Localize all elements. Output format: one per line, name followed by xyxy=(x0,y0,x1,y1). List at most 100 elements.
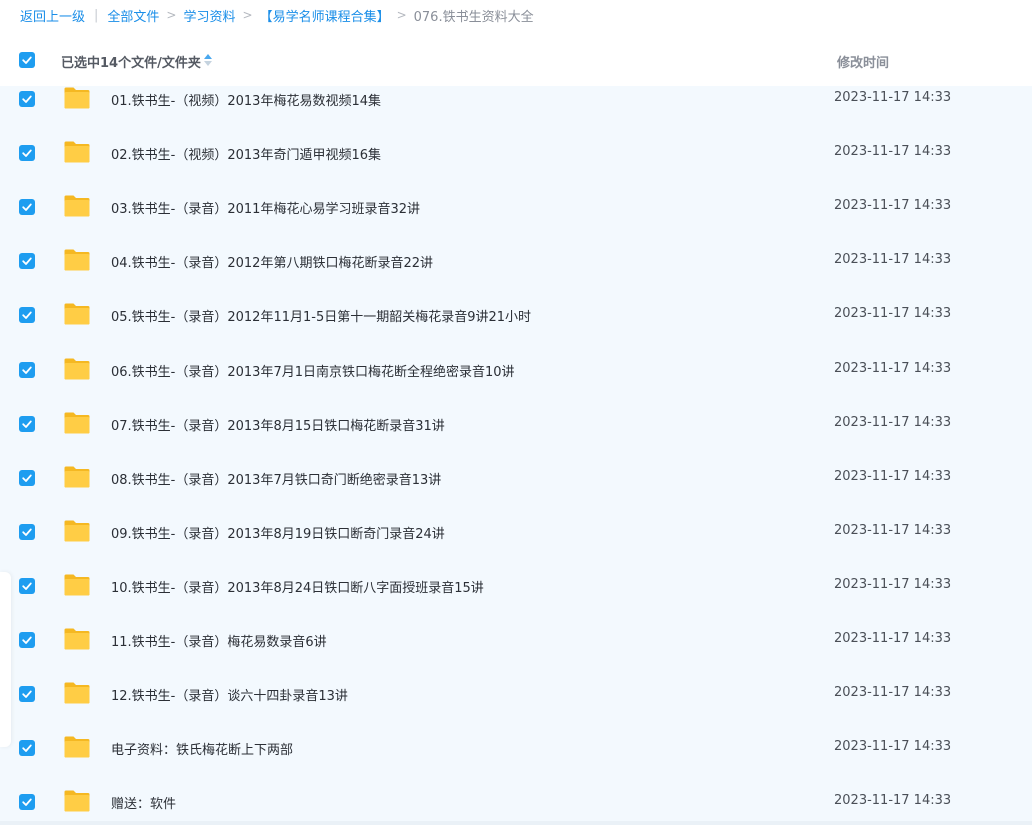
file-name-link[interactable]: 10.铁书生-（录音）2013年8月24日铁口断八字面授班录音15讲 xyxy=(111,577,484,596)
folder-icon xyxy=(64,682,90,704)
file-name-link[interactable]: 06.铁书生-（录音）2013年7月1日南京铁口梅花断全程绝密录音10讲 xyxy=(111,361,515,380)
row-checkbox[interactable] xyxy=(19,253,35,270)
row-checkbox[interactable] xyxy=(19,686,35,703)
list-bottom-border xyxy=(0,821,1032,825)
modified-time: 2023-11-17 14:33 xyxy=(834,631,952,646)
check-icon xyxy=(22,582,32,590)
breadcrumb-separator: | xyxy=(94,7,99,23)
row-checkbox[interactable] xyxy=(19,740,35,757)
selection-count-label: 已选中14个文件/文件夹 xyxy=(61,56,201,71)
file-name-link[interactable]: 11.铁书生-（录音）梅花易数录音6讲 xyxy=(111,631,327,650)
back-link[interactable]: 返回上一级 xyxy=(20,6,85,25)
check-icon xyxy=(22,474,32,482)
check-icon xyxy=(22,690,32,698)
row-checkbox[interactable] xyxy=(19,794,35,811)
check-icon xyxy=(22,95,32,103)
file-row[interactable]: 05.铁书生-（录音）2012年11月1-5日第十一期韶关梅花录音9讲21小时 2… xyxy=(0,302,1032,356)
folder-icon xyxy=(64,358,90,379)
file-name-link[interactable]: 01.铁书生-（视频）2013年梅花易数视频14集 xyxy=(111,90,381,109)
row-checkbox[interactable] xyxy=(19,361,35,378)
row-checkbox[interactable] xyxy=(19,415,35,432)
modified-time-column-header[interactable]: 修改时间 xyxy=(837,52,889,71)
file-row[interactable]: 电子资料：铁氏梅花断上下两部 2023-11-17 14:33 xyxy=(0,735,1032,789)
check-icon xyxy=(22,636,32,644)
file-name-link[interactable]: 02.铁书生-（视频）2013年奇门遁甲视频16集 xyxy=(111,144,381,163)
folder-icon xyxy=(64,249,90,271)
file-row[interactable]: 09.铁书生-（录音）2013年8月19日铁口断奇门录音24讲 2023-11-1… xyxy=(0,519,1032,573)
check-icon xyxy=(22,149,32,157)
check-icon xyxy=(22,56,32,64)
file-row[interactable]: 01.铁书生-（视频）2013年梅花易数视频14集 2023-11-17 14:3… xyxy=(0,86,1032,140)
row-checkbox[interactable] xyxy=(19,523,35,540)
check-icon xyxy=(22,257,32,266)
modified-time: 2023-11-17 14:33 xyxy=(834,360,952,376)
file-row[interactable]: 10.铁书生-（录音）2013年8月24日铁口断八字面授班录音15讲 2023-1… xyxy=(0,573,1032,627)
file-name-link[interactable]: 08.铁书生-（录音）2013年7月铁口奇门断绝密录音13讲 xyxy=(111,469,441,488)
breadcrumb-study-materials[interactable]: 学习资料 xyxy=(183,6,235,25)
folder-icon xyxy=(64,466,90,488)
row-checkbox[interactable] xyxy=(19,307,35,324)
file-row[interactable]: 11.铁书生-（录音）梅花易数录音6讲 2023-11-17 14:33 xyxy=(0,627,1032,681)
side-panel-handle[interactable] xyxy=(0,572,11,747)
folder-icon xyxy=(64,574,90,596)
file-row[interactable]: 赠送：软件 2023-11-17 14:33 xyxy=(0,789,1032,825)
file-name-link[interactable]: 07.铁书生-（录音）2013年8月15日铁口梅花断录音31讲 xyxy=(111,415,445,434)
check-icon xyxy=(22,311,32,320)
file-list: 01.铁书生-（视频）2013年梅花易数视频14集 2023-11-17 14:3… xyxy=(0,86,1032,822)
sort-icon[interactable] xyxy=(203,53,213,67)
modified-time: 2023-11-17 14:33 xyxy=(834,306,952,322)
file-name-link[interactable]: 04.铁书生-（录音）2012年第八期铁口梅花断录音22讲 xyxy=(111,252,433,271)
folder-icon xyxy=(64,303,90,325)
modified-time: 2023-11-17 14:33 xyxy=(834,685,952,701)
check-icon xyxy=(22,366,32,374)
file-row[interactable]: 12.铁书生-（录音）谈六十四卦录音13讲 2023-11-17 14:33 xyxy=(0,681,1032,735)
file-row[interactable]: 06.铁书生-（录音）2013年7月1日南京铁口梅花断全程绝密录音10讲 2023… xyxy=(0,357,1032,411)
folder-icon xyxy=(64,520,90,542)
folder-icon xyxy=(64,141,90,163)
modified-time: 2023-11-17 14:33 xyxy=(834,576,952,592)
chevron-right-icon: > xyxy=(166,8,177,22)
folder-icon xyxy=(64,790,90,812)
row-checkbox[interactable] xyxy=(19,632,35,648)
breadcrumb: 返回上一级 | 全部文件 > 学习资料 > 【易学名师课程合集】 > 076.铁… xyxy=(20,0,534,30)
modified-time: 2023-11-17 14:33 xyxy=(834,522,952,538)
file-row[interactable]: 08.铁书生-（录音）2013年7月铁口奇门断绝密录音13讲 2023-11-17… xyxy=(0,465,1032,519)
row-checkbox[interactable] xyxy=(19,469,35,486)
modified-time: 2023-11-17 14:33 xyxy=(834,252,952,268)
select-all-checkbox[interactable] xyxy=(19,52,35,68)
modified-time: 2023-11-17 14:33 xyxy=(834,90,952,105)
file-row[interactable]: 04.铁书生-（录音）2012年第八期铁口梅花断录音22讲 2023-11-17 … xyxy=(0,248,1032,302)
row-checkbox[interactable] xyxy=(19,91,35,107)
file-browser: 返回上一级 | 全部文件 > 学习资料 > 【易学名师课程合集】 > 076.铁… xyxy=(0,0,1032,825)
modified-time: 2023-11-17 14:33 xyxy=(834,739,952,755)
list-header: 已选中14个文件/文件夹 修改时间 xyxy=(0,40,1032,80)
check-icon xyxy=(22,744,32,753)
file-row[interactable]: 03.铁书生-（录音）2011年梅花心易学习班录音32讲 2023-11-17 1… xyxy=(0,194,1032,248)
row-checkbox[interactable] xyxy=(19,199,35,216)
modified-time: 2023-11-17 14:33 xyxy=(834,414,952,430)
breadcrumb-course-collection[interactable]: 【易学名师课程合集】 xyxy=(260,6,390,25)
folder-icon xyxy=(64,87,90,109)
breadcrumb-all-files[interactable]: 全部文件 xyxy=(107,6,159,25)
folder-icon xyxy=(64,195,90,217)
row-checkbox[interactable] xyxy=(19,145,35,162)
folder-icon xyxy=(64,628,90,650)
modified-time: 2023-11-17 14:33 xyxy=(834,198,952,214)
modified-time: 2023-11-17 14:33 xyxy=(834,144,952,160)
check-icon xyxy=(22,203,32,212)
modified-time: 2023-11-17 14:33 xyxy=(834,793,952,809)
file-row[interactable]: 02.铁书生-（视频）2013年奇门遁甲视频16集 2023-11-17 14:3… xyxy=(0,140,1032,194)
file-name-link[interactable]: 09.铁书生-（录音）2013年8月19日铁口断奇门录音24讲 xyxy=(111,523,445,542)
file-name-link[interactable]: 赠送：软件 xyxy=(111,793,176,812)
file-name-link[interactable]: 电子资料：铁氏梅花断上下两部 xyxy=(111,739,293,758)
folder-icon xyxy=(64,412,90,434)
chevron-right-icon: > xyxy=(396,8,407,22)
file-row[interactable]: 07.铁书生-（录音）2013年8月15日铁口梅花断录音31讲 2023-11-1… xyxy=(0,411,1032,465)
file-name-link[interactable]: 05.铁书生-（录音）2012年11月1-5日第十一期韶关梅花录音9讲21小时 xyxy=(111,306,531,325)
row-checkbox[interactable] xyxy=(19,577,35,594)
chevron-right-icon: > xyxy=(242,8,253,22)
folder-icon xyxy=(64,736,90,758)
file-name-link[interactable]: 12.铁书生-（录音）谈六十四卦录音13讲 xyxy=(111,685,348,704)
modified-time: 2023-11-17 14:33 xyxy=(834,468,952,484)
file-name-link[interactable]: 03.铁书生-（录音）2011年梅花心易学习班录音32讲 xyxy=(111,198,420,217)
